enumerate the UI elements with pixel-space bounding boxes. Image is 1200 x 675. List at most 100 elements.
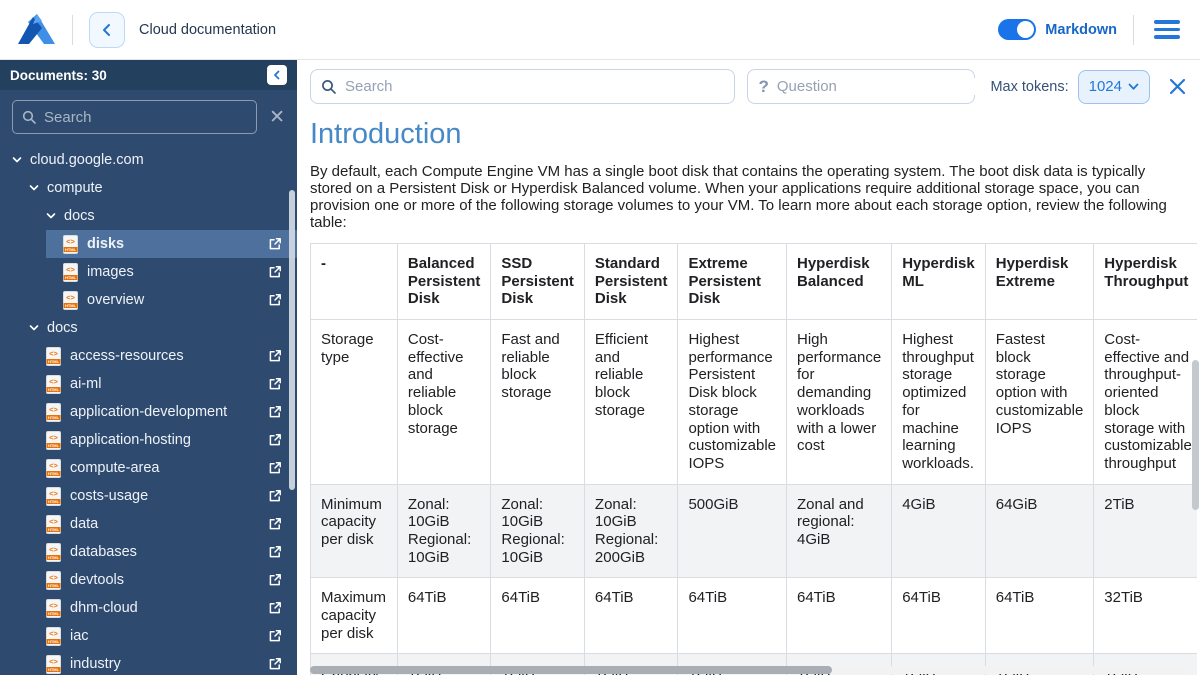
chevron-down-icon[interactable]	[12, 155, 22, 165]
open-external-button[interactable]	[268, 349, 282, 363]
tree-item-costs-usage[interactable]: <> HTML costs-usage	[0, 482, 297, 510]
open-external-button[interactable]	[268, 517, 282, 531]
tree-item-overview[interactable]: <> HTML overview	[0, 286, 297, 314]
open-external-icon[interactable]	[268, 601, 282, 615]
storage-table-wrap: - Balanced Persistent Disk SSD Persistent …	[310, 243, 1197, 675]
open-external-icon[interactable]	[268, 489, 282, 503]
open-external-button[interactable]	[268, 237, 282, 251]
svg-text:HTML: HTML	[65, 275, 77, 280]
main-search-input[interactable]	[345, 78, 725, 95]
tree-item-application-hosting[interactable]: <> HTML application-hosting	[0, 426, 297, 454]
open-external-button[interactable]	[268, 489, 282, 503]
svg-text:HTML: HTML	[48, 471, 60, 476]
close-button[interactable]	[1169, 78, 1186, 95]
horizontal-scrollbar-thumb[interactable]	[310, 666, 832, 674]
open-external-button[interactable]	[268, 461, 282, 475]
tree-item-iac[interactable]: <> HTML iac	[0, 622, 297, 650]
open-external-icon[interactable]	[268, 461, 282, 475]
collapse-sidebar-button[interactable]	[267, 65, 287, 85]
open-external-button[interactable]	[268, 657, 282, 671]
tree-item-industry[interactable]: <> HTML industry	[0, 650, 297, 675]
chevron-down-icon[interactable]	[29, 323, 39, 333]
tree-item-label: ai-ml	[70, 376, 102, 392]
open-external-icon[interactable]	[268, 293, 282, 307]
open-external-button[interactable]	[268, 405, 282, 419]
column-header: Hyperdisk ML	[891, 243, 986, 321]
open-external-button[interactable]	[268, 293, 282, 307]
tree-item-data[interactable]: <> HTML data	[0, 510, 297, 538]
table-cell: 64TiB	[490, 577, 585, 655]
open-external-icon[interactable]	[268, 377, 282, 391]
tree-item-docs[interactable]: docs	[0, 202, 297, 230]
html-file-icon: <>HTML	[63, 234, 78, 254]
svg-text:<>: <>	[49, 629, 58, 638]
svg-text:<>: <>	[49, 433, 58, 442]
tree-item-application-development[interactable]: <> HTML application-development	[0, 398, 297, 426]
open-external-button[interactable]	[268, 545, 282, 559]
open-external-button[interactable]	[268, 265, 282, 279]
svg-text:HTML: HTML	[48, 415, 60, 420]
open-external-icon[interactable]	[268, 405, 282, 419]
sidebar-header: Documents: 30	[0, 60, 297, 90]
html-file-icon: <>HTML	[46, 626, 61, 646]
question-box: ?	[747, 69, 976, 104]
menu-button[interactable]	[1150, 16, 1184, 43]
horizontal-scrollbar[interactable]	[310, 666, 1184, 674]
table-cell: Zonal: 10GiB Regional: 200GiB	[583, 483, 679, 579]
chevron-down-icon	[29, 185, 39, 191]
tree-item-label: industry	[70, 656, 121, 672]
open-external-button[interactable]	[268, 377, 282, 391]
open-external-icon[interactable]	[268, 433, 282, 447]
tree-item-ai-ml[interactable]: <> HTML ai-ml	[0, 370, 297, 398]
open-external-button[interactable]	[268, 629, 282, 643]
open-external-icon[interactable]	[268, 517, 282, 531]
tree-item-label: docs	[64, 208, 95, 224]
chevron-down-icon[interactable]	[29, 183, 39, 193]
html-file-icon: <>HTML	[63, 262, 78, 282]
question-input[interactable]	[776, 78, 976, 95]
open-external-button[interactable]	[268, 601, 282, 615]
tree-item-disks[interactable]: <> HTML disks	[0, 230, 297, 258]
open-external-icon[interactable]	[268, 265, 282, 279]
row-header-cell: Storage type	[310, 319, 398, 485]
svg-text:<>: <>	[66, 265, 75, 274]
vertical-scrollbar[interactable]	[1192, 360, 1199, 510]
svg-text:<>: <>	[49, 377, 58, 386]
tree-item-docs[interactable]: docs	[0, 314, 297, 342]
chevron-down-icon[interactable]	[46, 211, 56, 221]
markdown-toggle[interactable]	[998, 19, 1037, 40]
open-external-button[interactable]	[268, 433, 282, 447]
svg-text:<>: <>	[49, 601, 58, 610]
table-header-row: - Balanced Persistent Disk SSD Persistent …	[310, 243, 1197, 321]
back-button[interactable]	[89, 11, 125, 48]
open-external-icon[interactable]	[268, 237, 282, 251]
tree-item-access-resources[interactable]: <> HTML access-resources	[0, 342, 297, 370]
max-tokens-select[interactable]: 1024	[1077, 69, 1150, 104]
tree-item-label: cloud.google.com	[30, 152, 144, 168]
svg-text:HTML: HTML	[65, 303, 77, 308]
open-external-icon[interactable]	[268, 545, 282, 559]
sidebar-scrollbar[interactable]	[289, 190, 295, 490]
sidebar-search-input[interactable]	[44, 108, 248, 126]
html-file-icon: <>HTML	[46, 542, 61, 562]
html-file-icon: <>HTML	[46, 514, 61, 534]
column-header: -	[310, 243, 398, 321]
tree-item-compute[interactable]: compute	[0, 174, 297, 202]
open-external-icon[interactable]	[268, 629, 282, 643]
tree-item-devtools[interactable]: <> HTML devtools	[0, 566, 297, 594]
tree-item-databases[interactable]: <> HTML databases	[0, 538, 297, 566]
tree-item-images[interactable]: <> HTML images	[0, 258, 297, 286]
table-cell: 64TiB	[583, 577, 679, 655]
row-header-cell: Minimum capacity per disk	[310, 483, 398, 579]
clear-search-icon[interactable]: ✕	[269, 108, 285, 127]
tree-item-dhm-cloud[interactable]: <> HTML dhm-cloud	[0, 594, 297, 622]
open-external-icon[interactable]	[268, 657, 282, 671]
open-external-icon[interactable]	[268, 349, 282, 363]
column-header: Extreme Persistent Disk	[677, 243, 787, 321]
tree-item-cloud.google.com[interactable]: cloud.google.com	[0, 146, 297, 174]
tree-item-compute-area[interactable]: <> HTML compute-area	[0, 454, 297, 482]
page-title: Cloud documentation	[139, 21, 277, 38]
open-external-icon[interactable]	[268, 573, 282, 587]
open-external-button[interactable]	[268, 573, 282, 587]
table-cell: 500GiB	[677, 483, 787, 579]
